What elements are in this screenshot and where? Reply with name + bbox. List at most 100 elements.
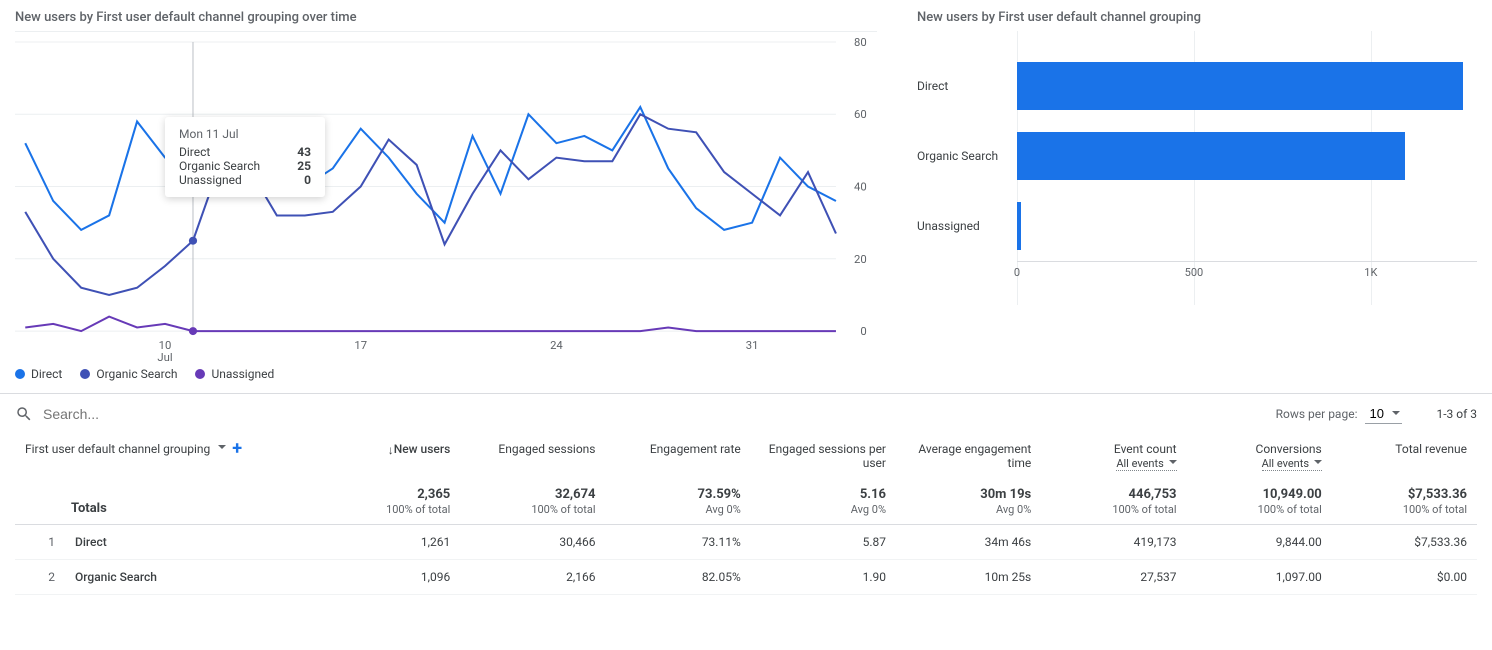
bar-fill	[1017, 62, 1463, 110]
bar-row[interactable]: Direct	[917, 51, 1477, 121]
bar-label: Direct	[917, 79, 1017, 93]
line-chart-legend: Direct Organic Search Unassigned	[15, 367, 877, 381]
totals-sub: Avg 0%	[851, 503, 886, 516]
cell: 2,166	[460, 560, 605, 595]
tooltip-series-value: 0	[304, 173, 311, 187]
column-filter-link[interactable]: All events	[1262, 457, 1322, 471]
tooltip-series-label: Organic Search	[179, 159, 260, 173]
table-toolbar: Rows per page: 10 1-3 of 3	[15, 394, 1477, 428]
svg-text:24: 24	[550, 339, 563, 352]
svg-text:40: 40	[854, 181, 867, 194]
totals-value: 73.59%	[616, 487, 741, 502]
totals-value: 5.16	[761, 487, 886, 502]
rows-per-page-select[interactable]: 10	[1365, 404, 1402, 424]
bar-x-tick: 0	[1014, 266, 1020, 279]
chevron-down-icon	[1169, 460, 1177, 468]
row-dimension: Direct	[75, 535, 107, 549]
cell: 10m 25s	[896, 560, 1041, 595]
table-row[interactable]: 2 Organic Search 1,0962,16682.05%1.9010m …	[15, 560, 1477, 595]
bar-row[interactable]: Unassigned	[917, 191, 1477, 261]
column-header[interactable]: Event count	[1114, 442, 1177, 456]
line-chart[interactable]: 0 20 40 60 80 10 17 24 31 Jul Mon 11 Jul Direct 4…	[15, 31, 877, 361]
bar-chart-title: New users by First user default channel …	[917, 10, 1477, 25]
column-header[interactable]: Conversions	[1256, 442, 1322, 456]
column-filter-link[interactable]: All events	[1116, 457, 1176, 471]
data-table: First user default channel grouping + ↓N…	[15, 428, 1477, 595]
column-header[interactable]: Engaged sessions	[498, 442, 595, 456]
tooltip-date: Mon 11 Jul	[179, 127, 311, 141]
row-dimension: Organic Search	[75, 570, 157, 584]
totals-value: 30m 19s	[906, 487, 1031, 502]
legend-swatch	[80, 369, 90, 379]
cell: $7,533.36	[1332, 525, 1477, 560]
legend-item[interactable]: Unassigned	[195, 367, 274, 381]
totals-value: 446,753	[1051, 487, 1176, 502]
cell: 73.11%	[606, 525, 751, 560]
tooltip-series-label: Unassigned	[179, 173, 242, 187]
totals-sub: Avg 0%	[705, 503, 740, 516]
cell: 1,096	[315, 560, 460, 595]
totals-sub: 100% of total	[1258, 503, 1322, 516]
legend-swatch	[195, 369, 205, 379]
svg-text:0: 0	[860, 325, 866, 338]
dimension-header[interactable]: First user default channel grouping	[25, 442, 210, 456]
svg-text:10: 10	[159, 339, 172, 352]
cell: 82.05%	[606, 560, 751, 595]
cell: 30,466	[460, 525, 605, 560]
bar-x-tick: 500	[1185, 266, 1204, 279]
page-range: 1-3 of 3	[1436, 407, 1477, 421]
totals-label: Totals	[71, 501, 305, 516]
bar-chart[interactable]: Direct Organic Search Unassigned 0 500 1K	[917, 31, 1477, 361]
column-header[interactable]: Engaged sessions per user	[769, 442, 886, 470]
column-header[interactable]: Engagement rate	[650, 442, 741, 456]
totals-value: $7,533.36	[1342, 487, 1467, 502]
cell: 1,097.00	[1187, 560, 1332, 595]
line-chart-title: New users by First user default channel …	[15, 10, 877, 25]
legend-item[interactable]: Organic Search	[80, 367, 177, 381]
table-row[interactable]: 1 Direct 1,26130,46673.11%5.8734m 46s419,…	[15, 525, 1477, 560]
bar-chart-panel: New users by First user default channel …	[917, 10, 1477, 381]
cell: 27,537	[1041, 560, 1186, 595]
totals-value: 32,674	[470, 487, 595, 502]
svg-text:80: 80	[854, 36, 867, 49]
cell: 9,844.00	[1187, 525, 1332, 560]
sort-arrow-down-icon: ↓	[388, 443, 394, 457]
totals-sub: 100% of total	[1403, 503, 1467, 516]
totals-value: 10,949.00	[1197, 487, 1322, 502]
tooltip-series-label: Direct	[179, 145, 210, 159]
search-input[interactable]	[41, 405, 1266, 423]
column-header[interactable]: ↓New users	[388, 442, 451, 456]
cell: 34m 46s	[896, 525, 1041, 560]
svg-text:17: 17	[354, 339, 367, 352]
svg-text:31: 31	[746, 339, 759, 352]
legend-item[interactable]: Direct	[15, 367, 62, 381]
row-index: 2	[25, 570, 55, 584]
svg-text:20: 20	[854, 253, 867, 266]
chevron-down-icon	[218, 445, 226, 453]
totals-sub: 100% of total	[531, 503, 595, 516]
bar-label: Organic Search	[917, 149, 1017, 163]
chevron-down-icon	[1314, 460, 1322, 468]
bar-fill	[1017, 132, 1405, 180]
totals-sub: 100% of total	[386, 503, 450, 516]
bar-row[interactable]: Organic Search	[917, 121, 1477, 191]
bar-label: Unassigned	[917, 219, 1017, 233]
cell: 1,261	[315, 525, 460, 560]
cell: 5.87	[751, 525, 896, 560]
cell: 419,173	[1041, 525, 1186, 560]
column-header[interactable]: Average engagement time	[918, 442, 1031, 470]
search-icon	[15, 405, 33, 423]
tooltip-series-value: 43	[297, 145, 311, 159]
cell: 1.90	[751, 560, 896, 595]
bar-fill	[1017, 202, 1021, 250]
svg-text:Jul: Jul	[157, 351, 172, 361]
chart-tooltip: Mon 11 Jul Direct 43 Organic Search 25 Unass…	[165, 117, 325, 197]
column-header[interactable]: Total revenue	[1395, 442, 1467, 456]
row-index: 1	[25, 535, 55, 549]
totals-sub: 100% of total	[1112, 503, 1176, 516]
tooltip-series-value: 25	[297, 159, 311, 173]
totals-sub: Avg 0%	[996, 503, 1031, 516]
svg-text:60: 60	[854, 108, 867, 121]
totals-value: 2,365	[325, 487, 450, 502]
bar-x-tick: 1K	[1364, 266, 1377, 279]
